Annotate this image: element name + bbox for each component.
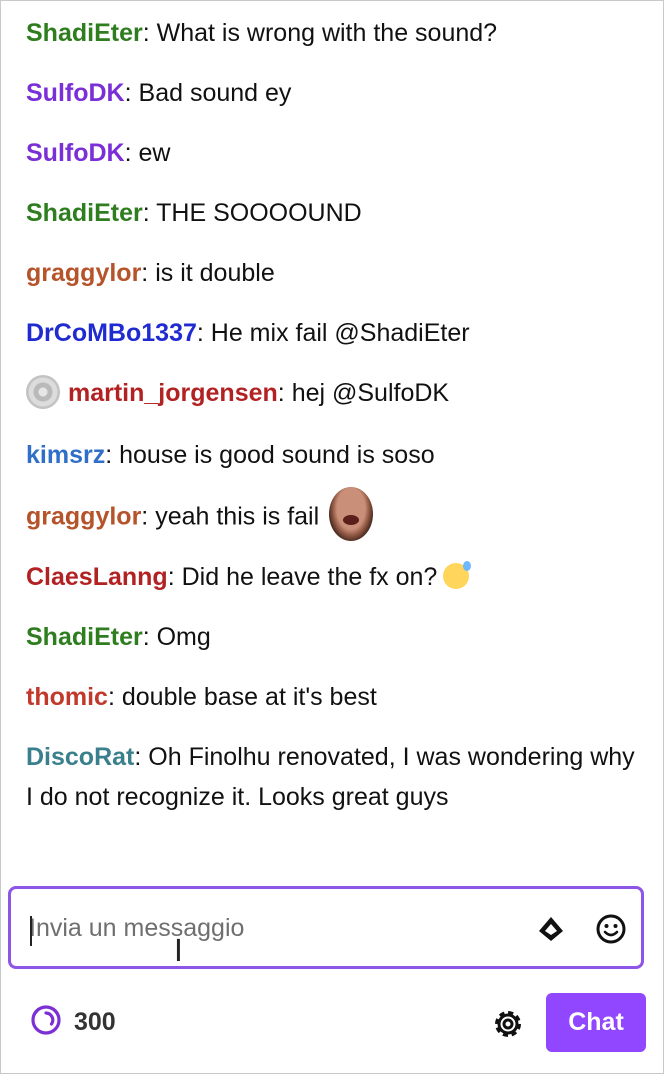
- message-text: Did he leave the fx on?: [181, 563, 438, 591]
- chat-message: SulfoDK: ew: [26, 133, 170, 173]
- chat-message-input[interactable]: [29, 910, 509, 946]
- chat-username[interactable]: graggylor: [26, 503, 141, 531]
- chat-username[interactable]: ShadiEter: [26, 199, 143, 227]
- message-separator: :: [124, 139, 139, 167]
- sweat-smile-emoji-icon[interactable]: [443, 561, 472, 590]
- message-text: What is wrong with the sound?: [156, 19, 498, 47]
- chat-message: ShadiEter: Omg: [26, 617, 211, 657]
- chat-input-box[interactable]: I: [8, 886, 644, 969]
- message-separator: :: [142, 19, 157, 47]
- screaming-face-emote-icon[interactable]: [329, 487, 374, 541]
- message-separator: :: [196, 319, 211, 347]
- message-separator: :: [107, 683, 122, 711]
- message-separator: :: [142, 623, 157, 651]
- chat-message: martin_jorgensen: hej @SulfoDK: [26, 373, 449, 413]
- chat-username[interactable]: DrCoMBo1337: [26, 319, 197, 347]
- message-separator: :: [105, 441, 120, 469]
- message-separator: :: [134, 743, 149, 771]
- chat-send-button[interactable]: Chat: [546, 993, 646, 1052]
- message-text: hej @SulfoDK: [291, 379, 450, 407]
- message-separator: :: [277, 379, 292, 407]
- chat-username[interactable]: thomic: [26, 683, 108, 711]
- chat-username[interactable]: SulfoDK: [26, 79, 125, 107]
- message-separator: :: [141, 502, 156, 531]
- chat-message: graggylor: is it double: [26, 253, 275, 293]
- channel-points-icon: [30, 1004, 62, 1041]
- smiley-face-icon[interactable]: [591, 909, 631, 949]
- mouse-ibeam-cursor-icon: I: [174, 934, 183, 969]
- chat-message: thomic: double base at it's best: [26, 677, 377, 717]
- chat-username[interactable]: ClaesLanng: [26, 563, 168, 591]
- disc-badge-icon[interactable]: [26, 375, 60, 410]
- text-caret: [30, 916, 32, 946]
- channel-points-balance[interactable]: 300: [30, 1002, 116, 1042]
- message-text: ew: [138, 139, 171, 167]
- chat-username[interactable]: kimsrz: [26, 441, 105, 469]
- chat-message: ShadiEter: What is wrong with the sound?: [26, 13, 497, 53]
- message-text: double base at it's best: [121, 683, 377, 711]
- chat-message-list: ShadiEter: What is wrong with the sound?…: [0, 0, 664, 870]
- chat-message: DrCoMBo1337: He mix fail @ShadiEter: [26, 313, 470, 353]
- chat-username[interactable]: SulfoDK: [26, 139, 125, 167]
- bits-diamond-icon[interactable]: [531, 909, 571, 949]
- chat-message: DiscoRat: Oh Finolhu renovated, I was wo…: [26, 737, 636, 817]
- message-text: house is good sound is soso: [119, 441, 435, 469]
- message-text: Bad sound ey: [138, 79, 292, 107]
- message-separator: :: [124, 79, 139, 107]
- message-separator: :: [141, 259, 156, 287]
- chat-username[interactable]: martin_jorgensen: [68, 379, 278, 407]
- message-text: Omg: [156, 623, 211, 651]
- chat-username[interactable]: graggylor: [26, 259, 141, 287]
- message-text: THE SOOOOUND: [156, 199, 362, 227]
- gear-icon[interactable]: [486, 1002, 530, 1046]
- chat-message: ClaesLanng: Did he leave the fx on?: [26, 557, 472, 597]
- message-text: yeah this is fail: [155, 502, 320, 531]
- chat-username[interactable]: ShadiEter: [26, 623, 143, 651]
- chat-username[interactable]: ShadiEter: [26, 19, 143, 47]
- message-separator: :: [142, 199, 157, 227]
- channel-points-value: 300: [74, 1007, 116, 1036]
- message-separator: :: [167, 563, 182, 591]
- message-text: He mix fail @ShadiEter: [210, 319, 470, 347]
- message-text: is it double: [155, 259, 275, 287]
- chat-message: ShadiEter: THE SOOOOUND: [26, 193, 362, 233]
- chat-message: SulfoDK: Bad sound ey: [26, 73, 291, 113]
- chat-message: kimsrz: house is good sound is soso: [26, 435, 435, 475]
- chat-username[interactable]: DiscoRat: [26, 743, 134, 771]
- chat-message: graggylor: yeah this is fail: [26, 487, 374, 541]
